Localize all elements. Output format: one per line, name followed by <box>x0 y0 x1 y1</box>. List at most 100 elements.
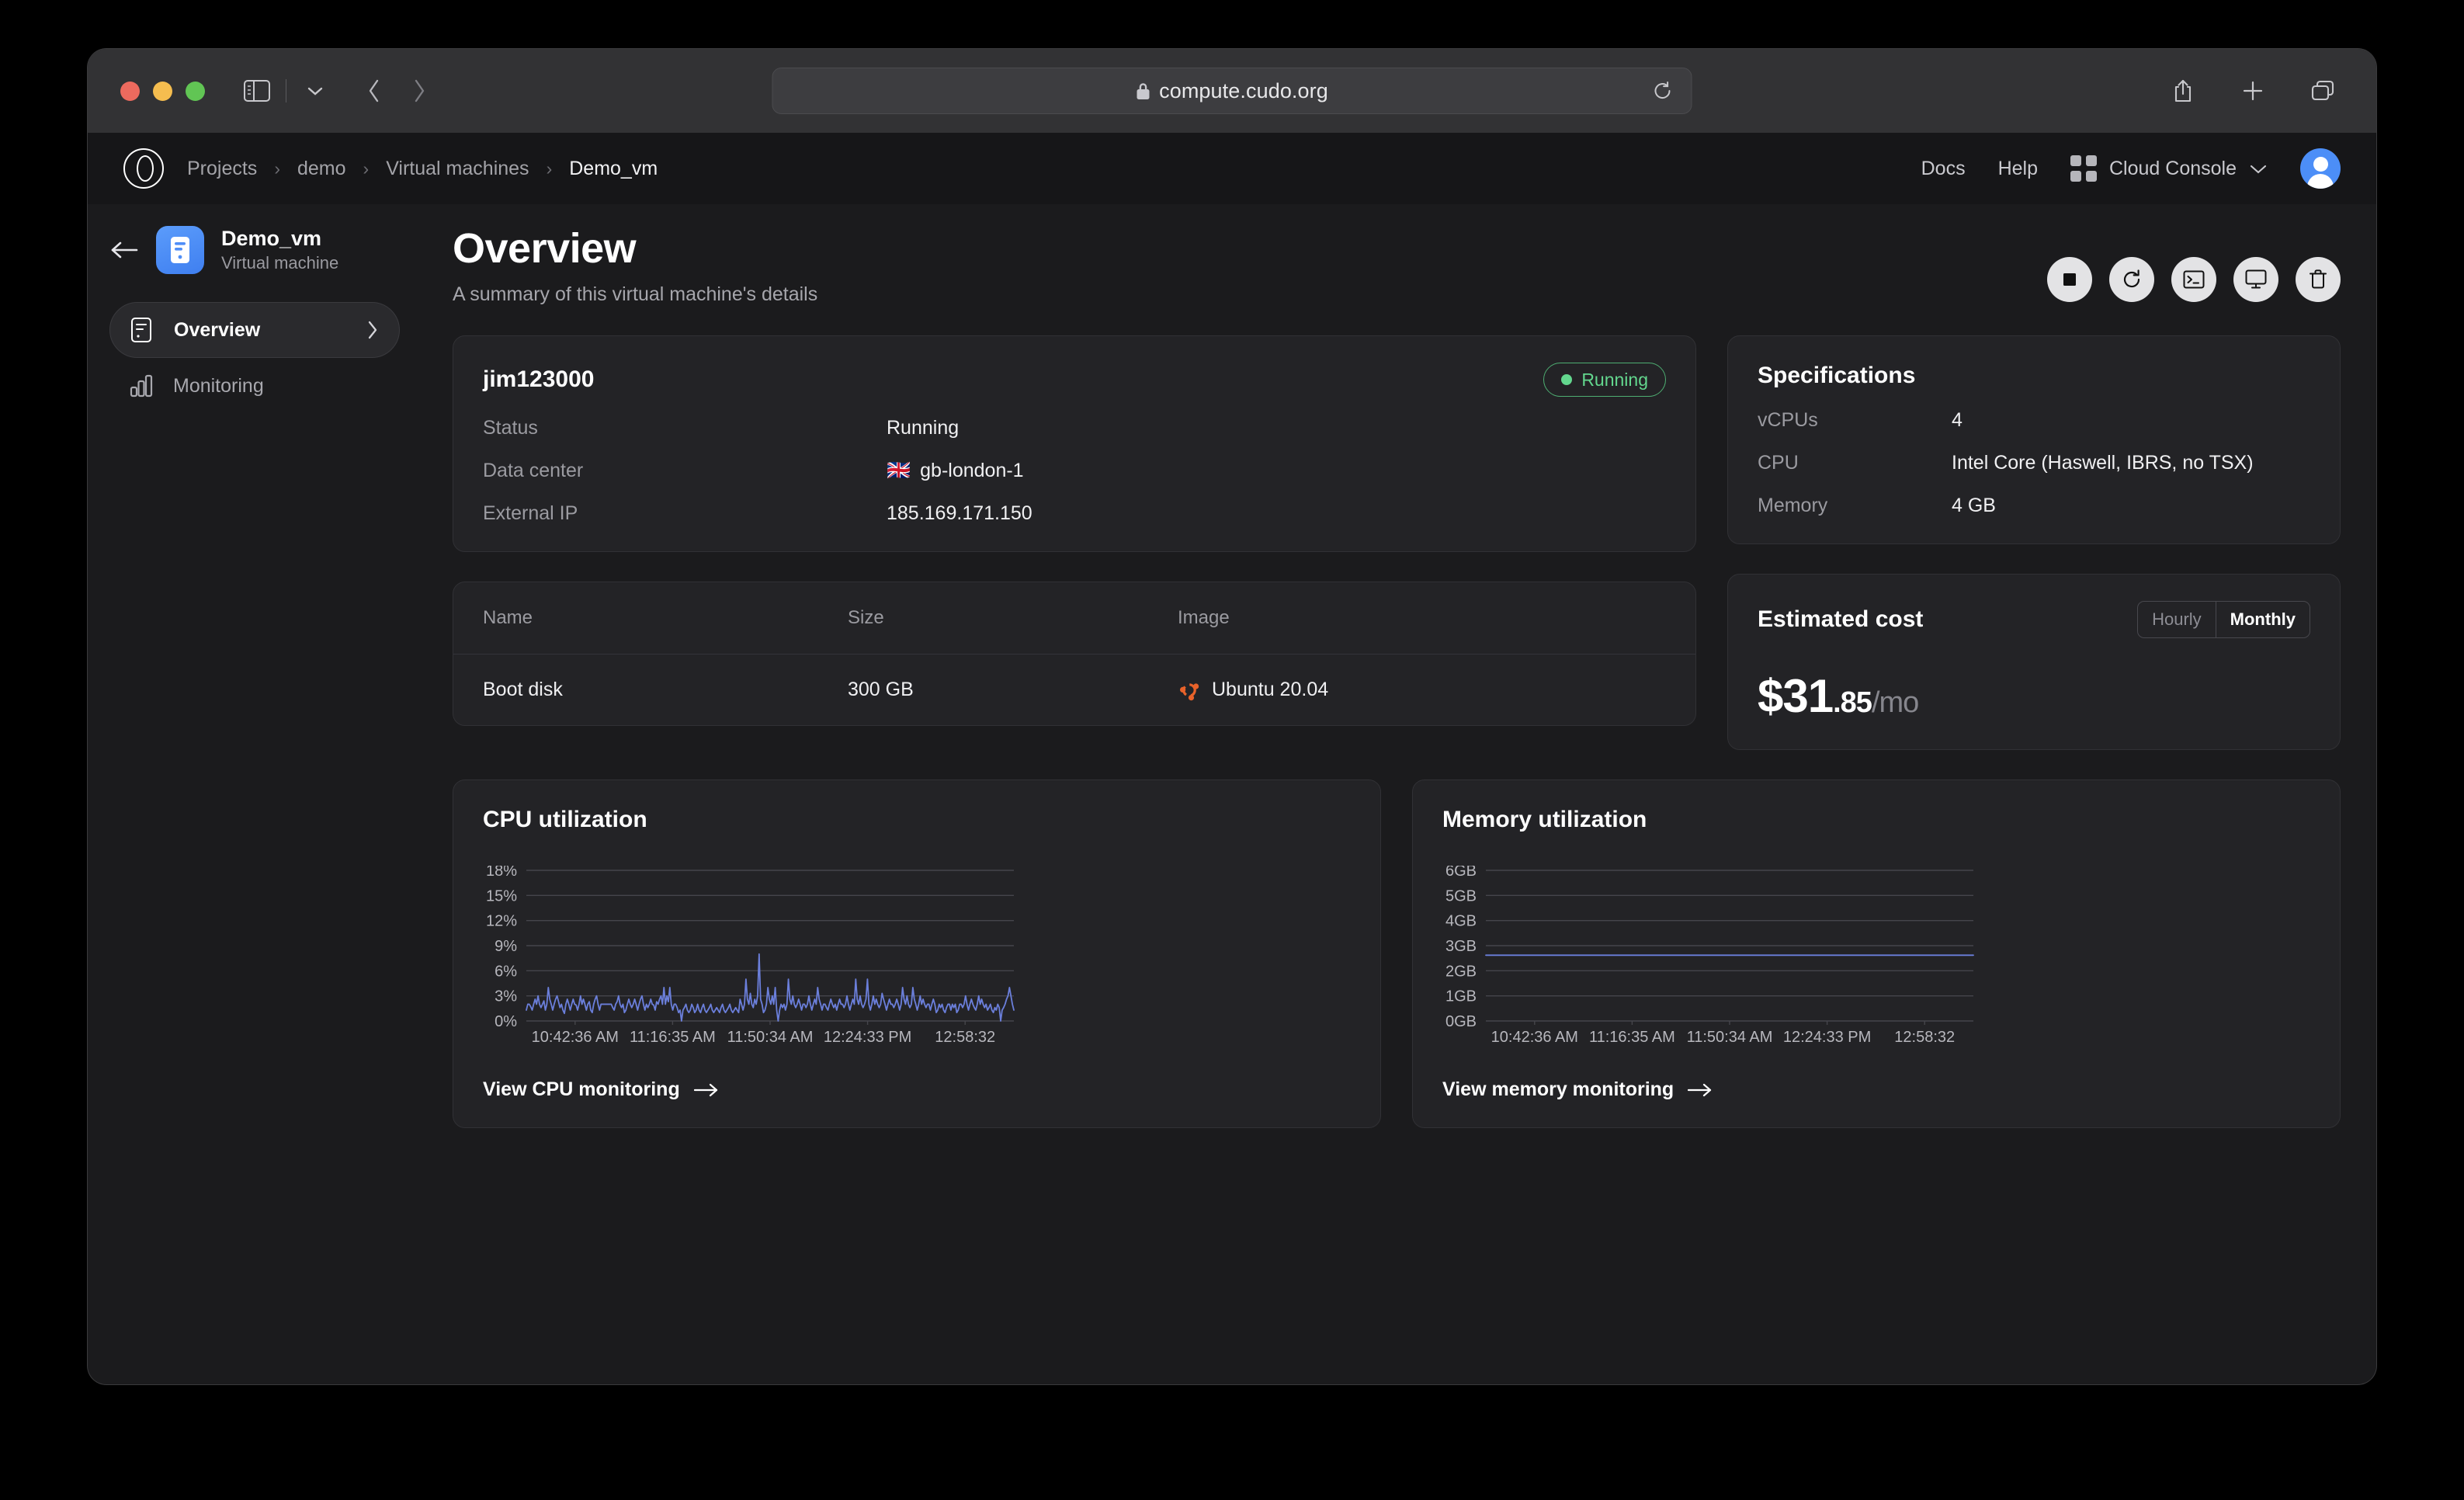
chevron-down-icon <box>2249 163 2268 175</box>
svg-text:12:58:32: 12:58:32 <box>935 1029 995 1046</box>
server-icon <box>130 317 157 343</box>
sidebar-toggle-icon[interactable] <box>236 70 278 112</box>
console-button[interactable] <box>2233 257 2278 302</box>
view-cpu-monitoring-link[interactable]: View CPU monitoring <box>483 1078 1351 1101</box>
sidebar-item-monitoring[interactable]: Monitoring <box>109 358 400 414</box>
svg-text:0%: 0% <box>495 1013 517 1030</box>
arrow-right-icon <box>693 1083 719 1097</box>
estimated-cost-amount: $31.85/mo <box>1758 669 2310 723</box>
svg-text:2GB: 2GB <box>1445 963 1477 980</box>
plus-icon[interactable] <box>2232 70 2274 112</box>
breadcrumb-item-projects[interactable]: Projects <box>187 158 257 180</box>
restart-button[interactable] <box>2109 257 2154 302</box>
svg-text:10:42:36 AM: 10:42:36 AM <box>1491 1029 1578 1046</box>
detail-value: Running <box>887 417 960 439</box>
arrow-right-icon <box>1688 1083 1713 1097</box>
vm-action-buttons <box>2047 224 2341 302</box>
sidebar-item-overview[interactable]: Overview <box>109 302 400 359</box>
vm-hostname: jim123000 <box>483 366 595 392</box>
back-icon[interactable] <box>353 70 395 112</box>
table-header-row: Name Size Image <box>453 582 1695 654</box>
disk-image-name: Ubuntu 20.04 <box>1212 679 1329 700</box>
virtual-machine-icon <box>156 226 204 275</box>
svg-text:15%: 15% <box>486 887 517 905</box>
breadcrumb-separator: › <box>546 158 553 179</box>
status-badge: Running <box>1543 363 1666 397</box>
svg-text:12%: 12% <box>486 913 517 930</box>
chevron-right-icon <box>366 320 379 340</box>
sidebar: Demo_vm Virtual machine Overview Monitor… <box>88 204 422 1384</box>
column-header-name: Name <box>483 607 533 628</box>
breadcrumb-item-demo-vm[interactable]: Demo_vm <box>569 158 658 180</box>
share-icon[interactable] <box>2162 70 2204 112</box>
detail-row-external-ip: External IP 185.169.171.150 <box>483 502 1666 525</box>
help-link[interactable]: Help <box>1998 158 2038 180</box>
spec-key: vCPUs <box>1758 409 1818 431</box>
svg-text:9%: 9% <box>495 938 517 955</box>
sidebar-item-label: Monitoring <box>173 374 264 397</box>
memory-chart: 0GB 1GB 2GB 3GB 4GB 5GB 6GB 10:42:36 AM 11:16:35… <box>1442 866 2310 1052</box>
svg-text:4GB: 4GB <box>1445 913 1477 930</box>
disk-name: Boot disk <box>483 679 563 700</box>
data-center-name: gb-london-1 <box>920 460 1024 481</box>
url-text: compute.cudo.org <box>1159 78 1328 102</box>
breadcrumb-separator: › <box>363 158 370 179</box>
svg-text:0GB: 0GB <box>1445 1013 1477 1030</box>
maximize-window-button[interactable] <box>186 81 205 101</box>
sidebar-item-label: Overview <box>174 318 261 341</box>
close-window-button[interactable] <box>120 81 140 101</box>
estimated-cost-card: Estimated cost Hourly Monthly $31.85/mo <box>1727 574 2341 750</box>
status-badge-label: Running <box>1581 369 1648 390</box>
breadcrumb-separator: › <box>274 158 280 179</box>
bar-chart-icon <box>130 374 156 398</box>
view-cpu-monitoring-label: View CPU monitoring <box>483 1078 680 1100</box>
breadcrumb-item-virtual-machines[interactable]: Virtual machines <box>386 158 529 180</box>
cloud-console-switcher[interactable]: Cloud Console <box>2070 155 2268 182</box>
svg-text:12:24:33 PM: 12:24:33 PM <box>824 1029 911 1046</box>
cost-period-toggle: Hourly Monthly <box>2137 601 2310 638</box>
ubuntu-logo-icon <box>1178 679 1201 702</box>
cloud-console-label: Cloud Console <box>2109 157 2237 179</box>
chevron-down-icon[interactable] <box>294 70 336 112</box>
svg-text:6%: 6% <box>495 963 517 980</box>
arrow-left-icon[interactable] <box>109 240 139 260</box>
cpu-utilization-card: CPU utilization 0% 3% 6% 9% 12% 15% 18% 10:42:3… <box>453 780 1381 1128</box>
terminal-button[interactable] <box>2171 257 2216 302</box>
svg-text:12:24:33 PM: 12:24:33 PM <box>1783 1029 1871 1046</box>
svg-text:12:58:32: 12:58:32 <box>1894 1029 1955 1046</box>
sidebar-vm-name: Demo_vm <box>221 227 322 250</box>
docs-link[interactable]: Docs <box>1921 158 1966 180</box>
status-dot-icon <box>1561 374 1573 385</box>
tabs-icon[interactable] <box>2302 70 2344 112</box>
view-memory-monitoring-label: View memory monitoring <box>1442 1078 1674 1100</box>
breadcrumb-item-demo[interactable]: demo <box>297 158 346 180</box>
stop-button[interactable] <box>2047 257 2092 302</box>
cudo-logo-icon[interactable] <box>123 148 164 189</box>
browser-window: compute.cudo.org Projects › demo › Virtu… <box>88 49 2376 1384</box>
svg-text:11:16:35 AM: 11:16:35 AM <box>1589 1029 1675 1046</box>
address-bar[interactable]: compute.cudo.org <box>772 68 1692 114</box>
cost-period-monthly[interactable]: Monthly <box>2215 602 2310 637</box>
cost-cents: .85 <box>1833 686 1872 719</box>
cost-period-hourly[interactable]: Hourly <box>2138 602 2216 637</box>
reload-icon[interactable] <box>1653 81 1673 101</box>
spec-value: 4 GB <box>1952 495 1996 516</box>
view-memory-monitoring-link[interactable]: View memory monitoring <box>1442 1078 2310 1101</box>
estimated-cost-title: Estimated cost <box>1758 606 1924 632</box>
spec-value: 4 <box>1952 409 1963 431</box>
svg-text:6GB: 6GB <box>1445 866 1477 880</box>
table-row[interactable]: Boot disk 300 GB Ubuntu 20.04 <box>453 654 1695 725</box>
browser-toolbar: compute.cudo.org <box>88 49 2376 133</box>
page-title: Overview <box>453 225 637 272</box>
cpu-chart-title: CPU utilization <box>483 807 647 832</box>
avatar[interactable] <box>2300 148 2341 189</box>
lock-icon <box>1136 82 1150 100</box>
apps-grid-icon <box>2070 155 2097 182</box>
minimize-window-button[interactable] <box>153 81 172 101</box>
cost-period-suffix: /mo <box>1871 686 1919 719</box>
forward-icon[interactable] <box>398 70 440 112</box>
svg-text:3%: 3% <box>495 988 517 1005</box>
svg-text:3GB: 3GB <box>1445 938 1477 955</box>
delete-button[interactable] <box>2296 257 2341 302</box>
memory-chart-title: Memory utilization <box>1442 807 1647 832</box>
